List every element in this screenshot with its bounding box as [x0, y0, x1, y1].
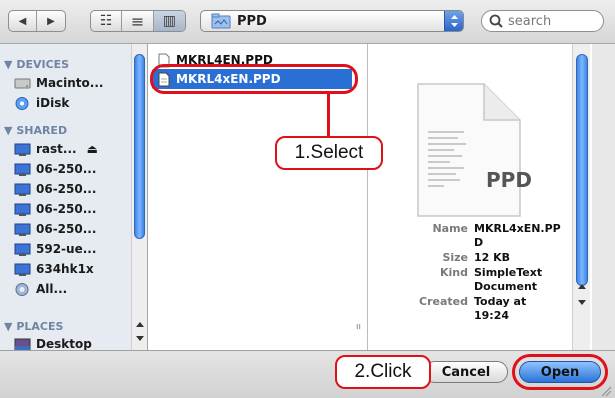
- eject-icon[interactable]: ⏏: [87, 142, 98, 156]
- sidebar-scrollbar[interactable]: [131, 44, 147, 350]
- list-view-icon: ≡: [130, 11, 145, 31]
- info-size-key: Size: [442, 251, 468, 264]
- sidebar-scroll-thumb[interactable]: [134, 54, 145, 239]
- select-callout-leader: [327, 94, 330, 136]
- sidebar-item-shared-1[interactable]: rast... ⏏: [14, 139, 98, 159]
- forward-arrow-icon: ▶: [47, 15, 55, 27]
- column-view-button[interactable]: ▥: [153, 11, 185, 31]
- search-placeholder: search: [508, 13, 552, 29]
- view-mode-selector: ☷ ≡ ▥: [90, 10, 186, 32]
- shared-header: ▼ SHARED: [4, 124, 68, 137]
- info-name-key: Name: [432, 222, 468, 235]
- open-highlight-ring: [512, 354, 608, 390]
- hard-disk-icon: [14, 78, 31, 88]
- search-field[interactable]: search: [481, 10, 604, 32]
- info-created-value: Today at: [474, 295, 527, 308]
- monitor-icon: [14, 203, 31, 216]
- monitor-icon: [14, 263, 31, 276]
- toolbar: ◀ ▶ ☷ ≡ ▥ PPD search: [0, 0, 615, 44]
- sidebar-item-shared-all[interactable]: All...: [14, 279, 67, 299]
- document-type-label: PPD: [486, 168, 532, 192]
- search-icon: [489, 14, 503, 28]
- cancel-button[interactable]: Cancel: [424, 361, 508, 383]
- sidebar-item-shared-4[interactable]: 06-250...: [14, 199, 96, 219]
- click-callout: 2.Click: [335, 355, 431, 389]
- sidebar: ▼ DEVICES Macinto... iDisk ▼ SHARED rast…: [0, 44, 148, 350]
- back-arrow-icon: ◀: [18, 15, 27, 27]
- icon-view-button[interactable]: ☷: [91, 11, 123, 31]
- sidebar-item-shared-5[interactable]: 06-250...: [14, 219, 96, 239]
- path-popup-label: PPD: [237, 13, 267, 29]
- network-icon: [15, 282, 29, 296]
- info-size-value: 12 KB: [474, 251, 511, 264]
- sidebar-item-shared-7[interactable]: 634hk1x: [14, 259, 94, 279]
- places-header: ▼ PLACES: [4, 320, 64, 333]
- disclosure-triangle-icon: ▼: [4, 58, 13, 71]
- scroll-arrows-icon[interactable]: [135, 319, 145, 345]
- sidebar-item-macintosh-hd[interactable]: Macinto...: [14, 73, 103, 93]
- ppd-document-icon: [417, 83, 521, 217]
- sidebar-item-shared-3[interactable]: 06-250...: [14, 179, 96, 199]
- monitor-icon: [14, 223, 31, 236]
- sidebar-item-shared-6[interactable]: 592-ue...: [14, 239, 96, 259]
- sidebar-item-shared-2[interactable]: 06-250...: [14, 159, 96, 179]
- monitor-icon: [14, 183, 31, 196]
- sidebar-item-idisk[interactable]: iDisk: [14, 93, 69, 113]
- column-resize-handle[interactable]: ıı: [356, 322, 361, 332]
- info-created-value-wrap: 19:24: [474, 309, 510, 322]
- history-nav: ◀ ▶: [8, 10, 66, 32]
- select-highlight-ring: [150, 64, 358, 94]
- back-button[interactable]: ◀: [9, 11, 38, 31]
- folder-icon: [211, 13, 231, 29]
- info-kind-value-wrap: Document: [474, 280, 538, 293]
- path-popup[interactable]: PPD: [200, 10, 464, 32]
- info-name-value: MKRL4xEN.PP: [474, 222, 561, 235]
- preview-scroll-thumb[interactable]: [576, 54, 588, 286]
- popup-stepper-icon: [444, 11, 463, 31]
- idisk-icon: [15, 96, 29, 110]
- info-kind-key: Kind: [440, 266, 468, 279]
- info-name-value-wrap: D: [474, 236, 484, 249]
- column-view-icon: ▥: [162, 13, 176, 29]
- monitor-icon: [14, 243, 31, 256]
- icon-view-icon: ☷: [99, 13, 113, 29]
- sidebar-item-desktop[interactable]: Desktop: [14, 334, 92, 350]
- monitor-icon: [14, 163, 31, 176]
- devices-header: ▼ DEVICES: [4, 58, 70, 71]
- disclosure-triangle-icon: ▼: [4, 124, 13, 137]
- info-created-key: Created: [419, 295, 468, 308]
- select-callout: 1.Select: [275, 136, 383, 170]
- info-kind-value: SimpleText: [474, 266, 543, 279]
- forward-button[interactable]: ▶: [37, 11, 65, 31]
- disclosure-triangle-icon: ▼: [4, 320, 13, 333]
- scroll-arrows-icon[interactable]: [577, 280, 587, 310]
- resize-grip-icon[interactable]: [600, 385, 612, 397]
- monitor-icon: [14, 143, 31, 156]
- list-view-button[interactable]: ≡: [122, 11, 154, 31]
- open-file-dialog: ◀ ▶ ☷ ≡ ▥ PPD search ▼ DEVICES Macinto..…: [0, 0, 615, 398]
- preview-scrollbar[interactable]: [572, 44, 590, 350]
- desktop-icon: [14, 338, 31, 350]
